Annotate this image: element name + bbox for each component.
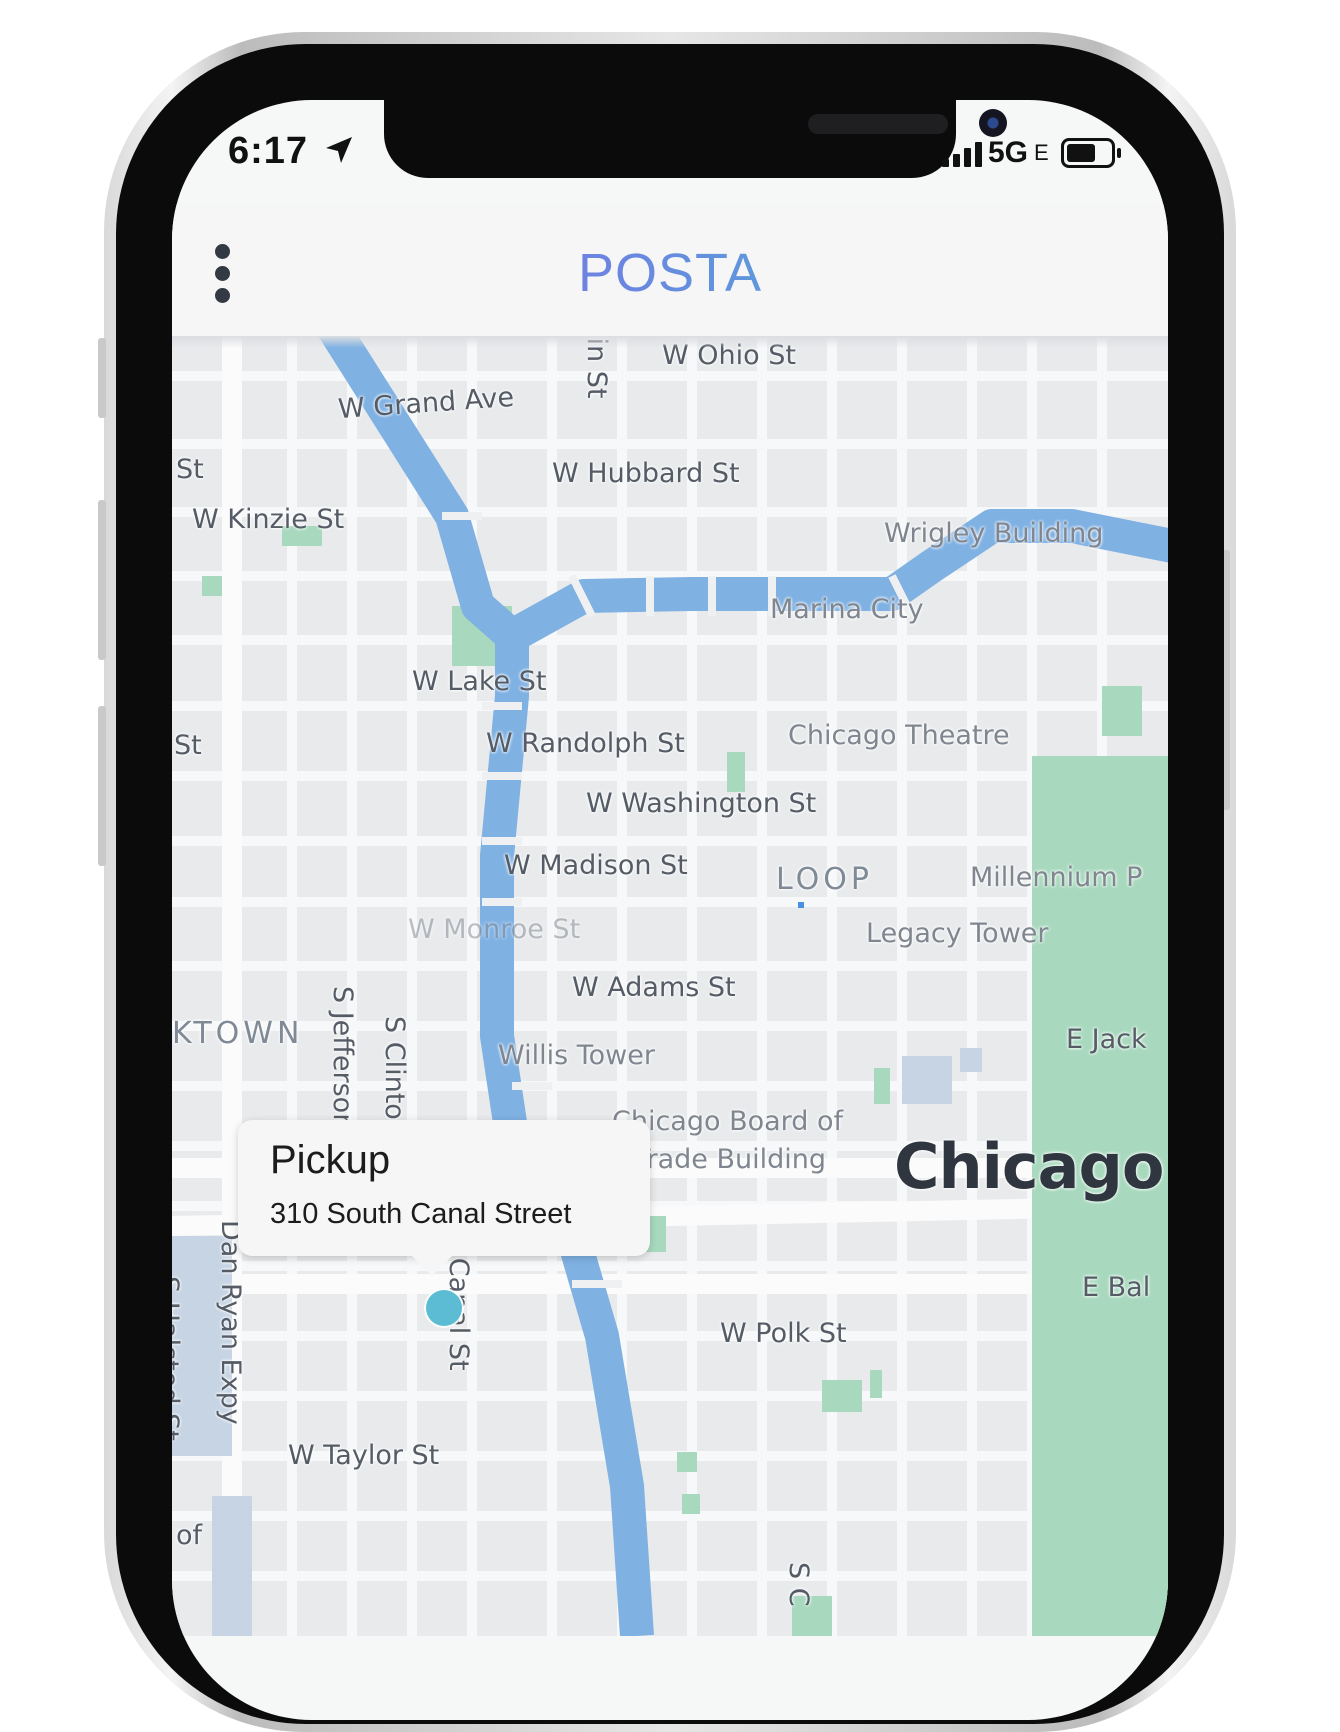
battery-icon [1060,138,1121,168]
street-label-lake: W Lake St [412,666,547,697]
volume-up-button [98,500,106,660]
pickup-location-pin[interactable] [426,1290,462,1326]
street-label-washington: W Washington St [586,788,817,819]
street-label-taylor: W Taylor St [288,1440,440,1471]
status-bar-indicators: 5G E [942,136,1121,170]
volume-down-button [98,706,106,866]
earpiece-speaker [808,114,948,134]
status-bar-time: 6:17 [228,130,354,173]
front-camera [979,109,1007,137]
ringer-switch [98,338,106,418]
pickup-callout-pointer [410,1254,454,1276]
pickup-callout[interactable]: Pickup 310 South Canal Street [238,1120,650,1256]
phone-screen: W Ohio St lin St W Grand Ave St W Hubbar… [172,100,1168,1720]
pickup-title: Pickup [270,1138,391,1182]
street-label-st-left-top: St [176,454,204,485]
poi-label-legacy: Legacy Tower [866,918,1049,949]
app-header: POSTA [172,204,1168,336]
phone-notch [384,100,1007,178]
street-label-sc: S C [783,1562,814,1607]
street-label-st-left-mid: St [174,730,202,761]
district-label-greektown: KTOWN [172,1016,304,1051]
street-label-hubbard: W Hubbard St [552,458,740,489]
district-label-loop: LOOP [776,862,873,897]
poi-label-wrigley: Wrigley Building [884,518,1104,549]
network-type: 5G [988,136,1029,169]
street-label-monroe: W Monroe St [408,914,581,945]
pickup-address: 310 South Canal Street [270,1198,572,1230]
brand-logo: POSTA [172,242,1168,304]
poi-label-chicago-theatre: Chicago Theatre [788,720,1010,751]
loop-marker [798,902,804,908]
poi-label-millennium: Millennium P [970,862,1143,893]
street-label-madison: W Madison St [504,850,688,881]
poi-label-willis: Willis Tower [498,1040,655,1071]
street-label-polk: W Polk St [720,1318,847,1349]
street-label-adams: W Adams St [572,972,736,1003]
poi-label-cbot-line2: Trade Building [634,1144,827,1175]
street-label-randolph: W Randolph St [486,728,685,759]
street-label-balbo: E Bal [1082,1272,1151,1303]
street-label-kinzie: W Kinzie St [192,504,345,535]
status-time-text: 6:17 [228,130,309,172]
city-label-chicago: Chicago [894,1130,1164,1203]
map-view[interactable]: W Ohio St lin St W Grand Ave St W Hubbar… [172,330,1168,1636]
cellular-signal-icon [942,139,982,167]
street-label-jackson: E Jack [1066,1024,1147,1055]
street-label-halsted: S Halsted St [172,1276,184,1441]
network-type-suffix: E [1034,140,1049,165]
poi-label-marina: Marina City [770,594,924,625]
header-shadow [172,336,1168,348]
street-label-of: of [176,1520,203,1551]
location-arrow-icon [325,137,352,163]
